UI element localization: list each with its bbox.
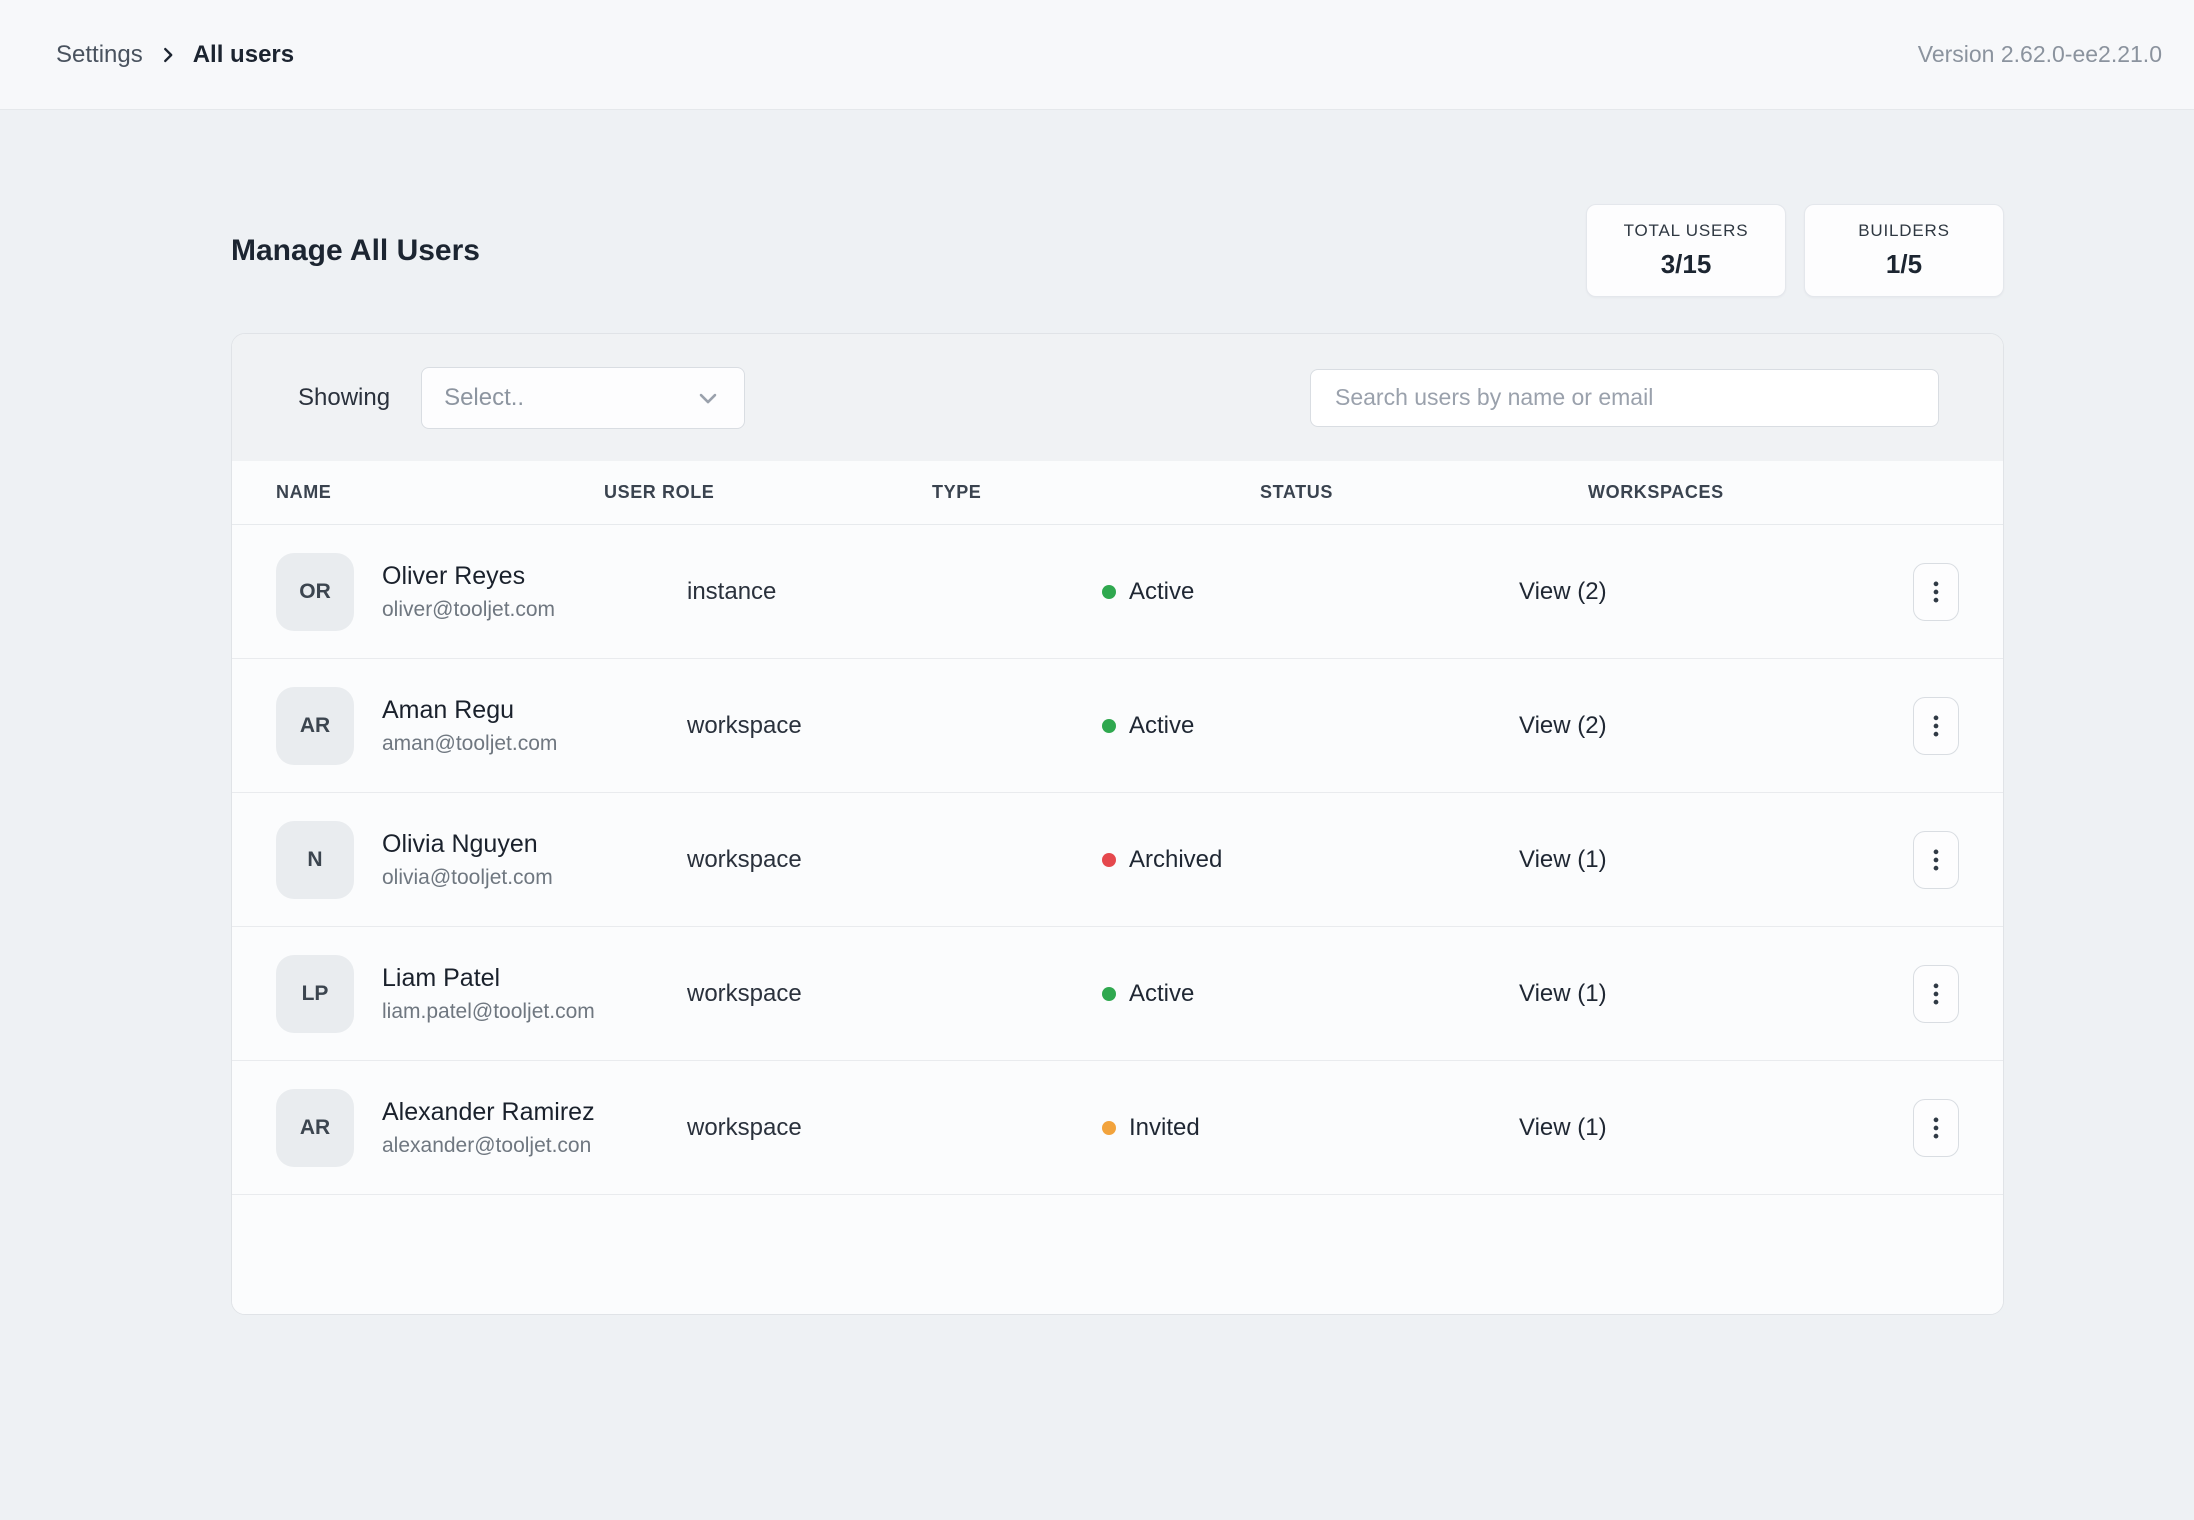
showing-label: Showing	[298, 384, 390, 412]
kebab-menu-icon	[1921, 1113, 1951, 1143]
kebab-menu-icon	[1921, 577, 1951, 607]
page-header: Manage All Users TOTAL USERS 3/15 BUILDE…	[231, 204, 2004, 297]
row-actions-button[interactable]	[1913, 965, 1959, 1023]
version-label: Version 2.62.0-ee2.21.0	[1918, 41, 2162, 68]
stats: TOTAL USERS 3/15 BUILDERS 1/5	[1586, 204, 2004, 297]
status-dot-icon	[1102, 987, 1116, 1001]
view-workspaces-link[interactable]: View (2)	[1519, 578, 1607, 605]
breadcrumb-settings-link[interactable]: Settings	[56, 41, 143, 69]
user-email: oliver@tooljet.com	[382, 598, 555, 622]
table-row: OR Oliver Reyes oliver@tooljet.com insta…	[232, 525, 2003, 659]
kebab-menu-icon	[1921, 845, 1951, 875]
search-input[interactable]	[1310, 369, 1939, 427]
chevron-right-icon	[157, 44, 179, 66]
breadcrumb: Settings All users	[56, 41, 294, 69]
stat-value: 1/5	[1886, 249, 1922, 280]
row-actions-button[interactable]	[1913, 1099, 1959, 1157]
user-email: liam.patel@tooljet.com	[382, 1000, 595, 1024]
user-cell: OR Oliver Reyes oliver@tooljet.com	[276, 553, 687, 631]
user-name: Liam Patel	[382, 964, 595, 993]
avatar: AR	[276, 687, 354, 765]
user-email: alexander@tooljet.con	[382, 1134, 595, 1158]
user-name: Alexander Ramirez	[382, 1098, 595, 1127]
status-dot-icon	[1102, 853, 1116, 867]
table-row: LP Liam Patel liam.patel@tooljet.com wor…	[232, 927, 2003, 1061]
view-workspaces-link[interactable]: View (1)	[1519, 1114, 1607, 1141]
user-status: Archived	[1102, 846, 1519, 874]
page-title: Manage All Users	[231, 234, 480, 268]
column-header-type: TYPE	[932, 482, 1260, 503]
table-header-row: NAME USER ROLE TYPE STATUS WORKSPACES	[232, 461, 2003, 525]
user-cell: AR Alexander Ramirez alexander@tooljet.c…	[276, 1089, 687, 1167]
column-header-name: NAME	[276, 482, 604, 503]
filter-select[interactable]: Select..	[421, 367, 745, 429]
table-row: AR Aman Regu aman@tooljet.com workspace …	[232, 659, 2003, 793]
builders-card: BUILDERS 1/5	[1804, 204, 2004, 297]
avatar: AR	[276, 1089, 354, 1167]
chevron-down-icon	[694, 384, 722, 412]
stat-value: 3/15	[1661, 249, 1712, 280]
avatar: OR	[276, 553, 354, 631]
column-header-user-role: USER ROLE	[604, 482, 932, 503]
user-role: workspace	[687, 712, 1102, 740]
status-label: Active	[1129, 712, 1194, 740]
status-label: Active	[1129, 578, 1194, 606]
row-actions-button[interactable]	[1913, 563, 1959, 621]
user-email: aman@tooljet.com	[382, 732, 557, 756]
user-name: Olivia Nguyen	[382, 830, 553, 859]
column-header-workspaces: WORKSPACES	[1588, 482, 1959, 503]
user-status: Invited	[1102, 1114, 1519, 1142]
user-cell: LP Liam Patel liam.patel@tooljet.com	[276, 955, 687, 1033]
view-workspaces-link[interactable]: View (1)	[1519, 980, 1607, 1007]
status-dot-icon	[1102, 585, 1116, 599]
status-dot-icon	[1102, 1121, 1116, 1135]
status-label: Active	[1129, 980, 1194, 1008]
view-workspaces-link[interactable]: View (2)	[1519, 712, 1607, 739]
user-role: workspace	[687, 980, 1102, 1008]
user-role: workspace	[687, 1114, 1102, 1142]
stat-label: BUILDERS	[1858, 221, 1949, 241]
kebab-menu-icon	[1921, 711, 1951, 741]
avatar: LP	[276, 955, 354, 1033]
status-label: Invited	[1129, 1114, 1200, 1142]
topbar: Settings All users Version 2.62.0-ee2.21…	[0, 0, 2194, 110]
user-cell: N Olivia Nguyen olivia@tooljet.com	[276, 821, 687, 899]
user-status: Active	[1102, 980, 1519, 1008]
row-actions-button[interactable]	[1913, 831, 1959, 889]
user-status: Active	[1102, 578, 1519, 606]
select-value: Select..	[444, 384, 524, 412]
user-status: Active	[1102, 712, 1519, 740]
avatar: N	[276, 821, 354, 899]
status-label: Archived	[1129, 846, 1222, 874]
user-name: Aman Regu	[382, 696, 557, 725]
user-cell: AR Aman Regu aman@tooljet.com	[276, 687, 687, 765]
kebab-menu-icon	[1921, 979, 1951, 1009]
user-role: workspace	[687, 846, 1102, 874]
user-email: olivia@tooljet.com	[382, 866, 553, 890]
users-card: Showing Select.. NAME USER ROLE TYPE STA…	[231, 333, 2004, 1315]
stat-label: TOTAL USERS	[1624, 221, 1749, 241]
status-dot-icon	[1102, 719, 1116, 733]
breadcrumb-current-page: All users	[193, 41, 294, 69]
column-header-status: STATUS	[1260, 482, 1588, 503]
table-row: N Olivia Nguyen olivia@tooljet.com works…	[232, 793, 2003, 927]
total-users-card: TOTAL USERS 3/15	[1586, 204, 1786, 297]
main-content: Manage All Users TOTAL USERS 3/15 BUILDE…	[231, 204, 2004, 1315]
user-name: Oliver Reyes	[382, 562, 555, 591]
view-workspaces-link[interactable]: View (1)	[1519, 846, 1607, 873]
table-footer-spacer	[232, 1195, 2003, 1314]
row-actions-button[interactable]	[1913, 697, 1959, 755]
user-role: instance	[687, 578, 1102, 606]
table-row: AR Alexander Ramirez alexander@tooljet.c…	[232, 1061, 2003, 1195]
filter-row: Showing Select..	[232, 334, 2003, 461]
